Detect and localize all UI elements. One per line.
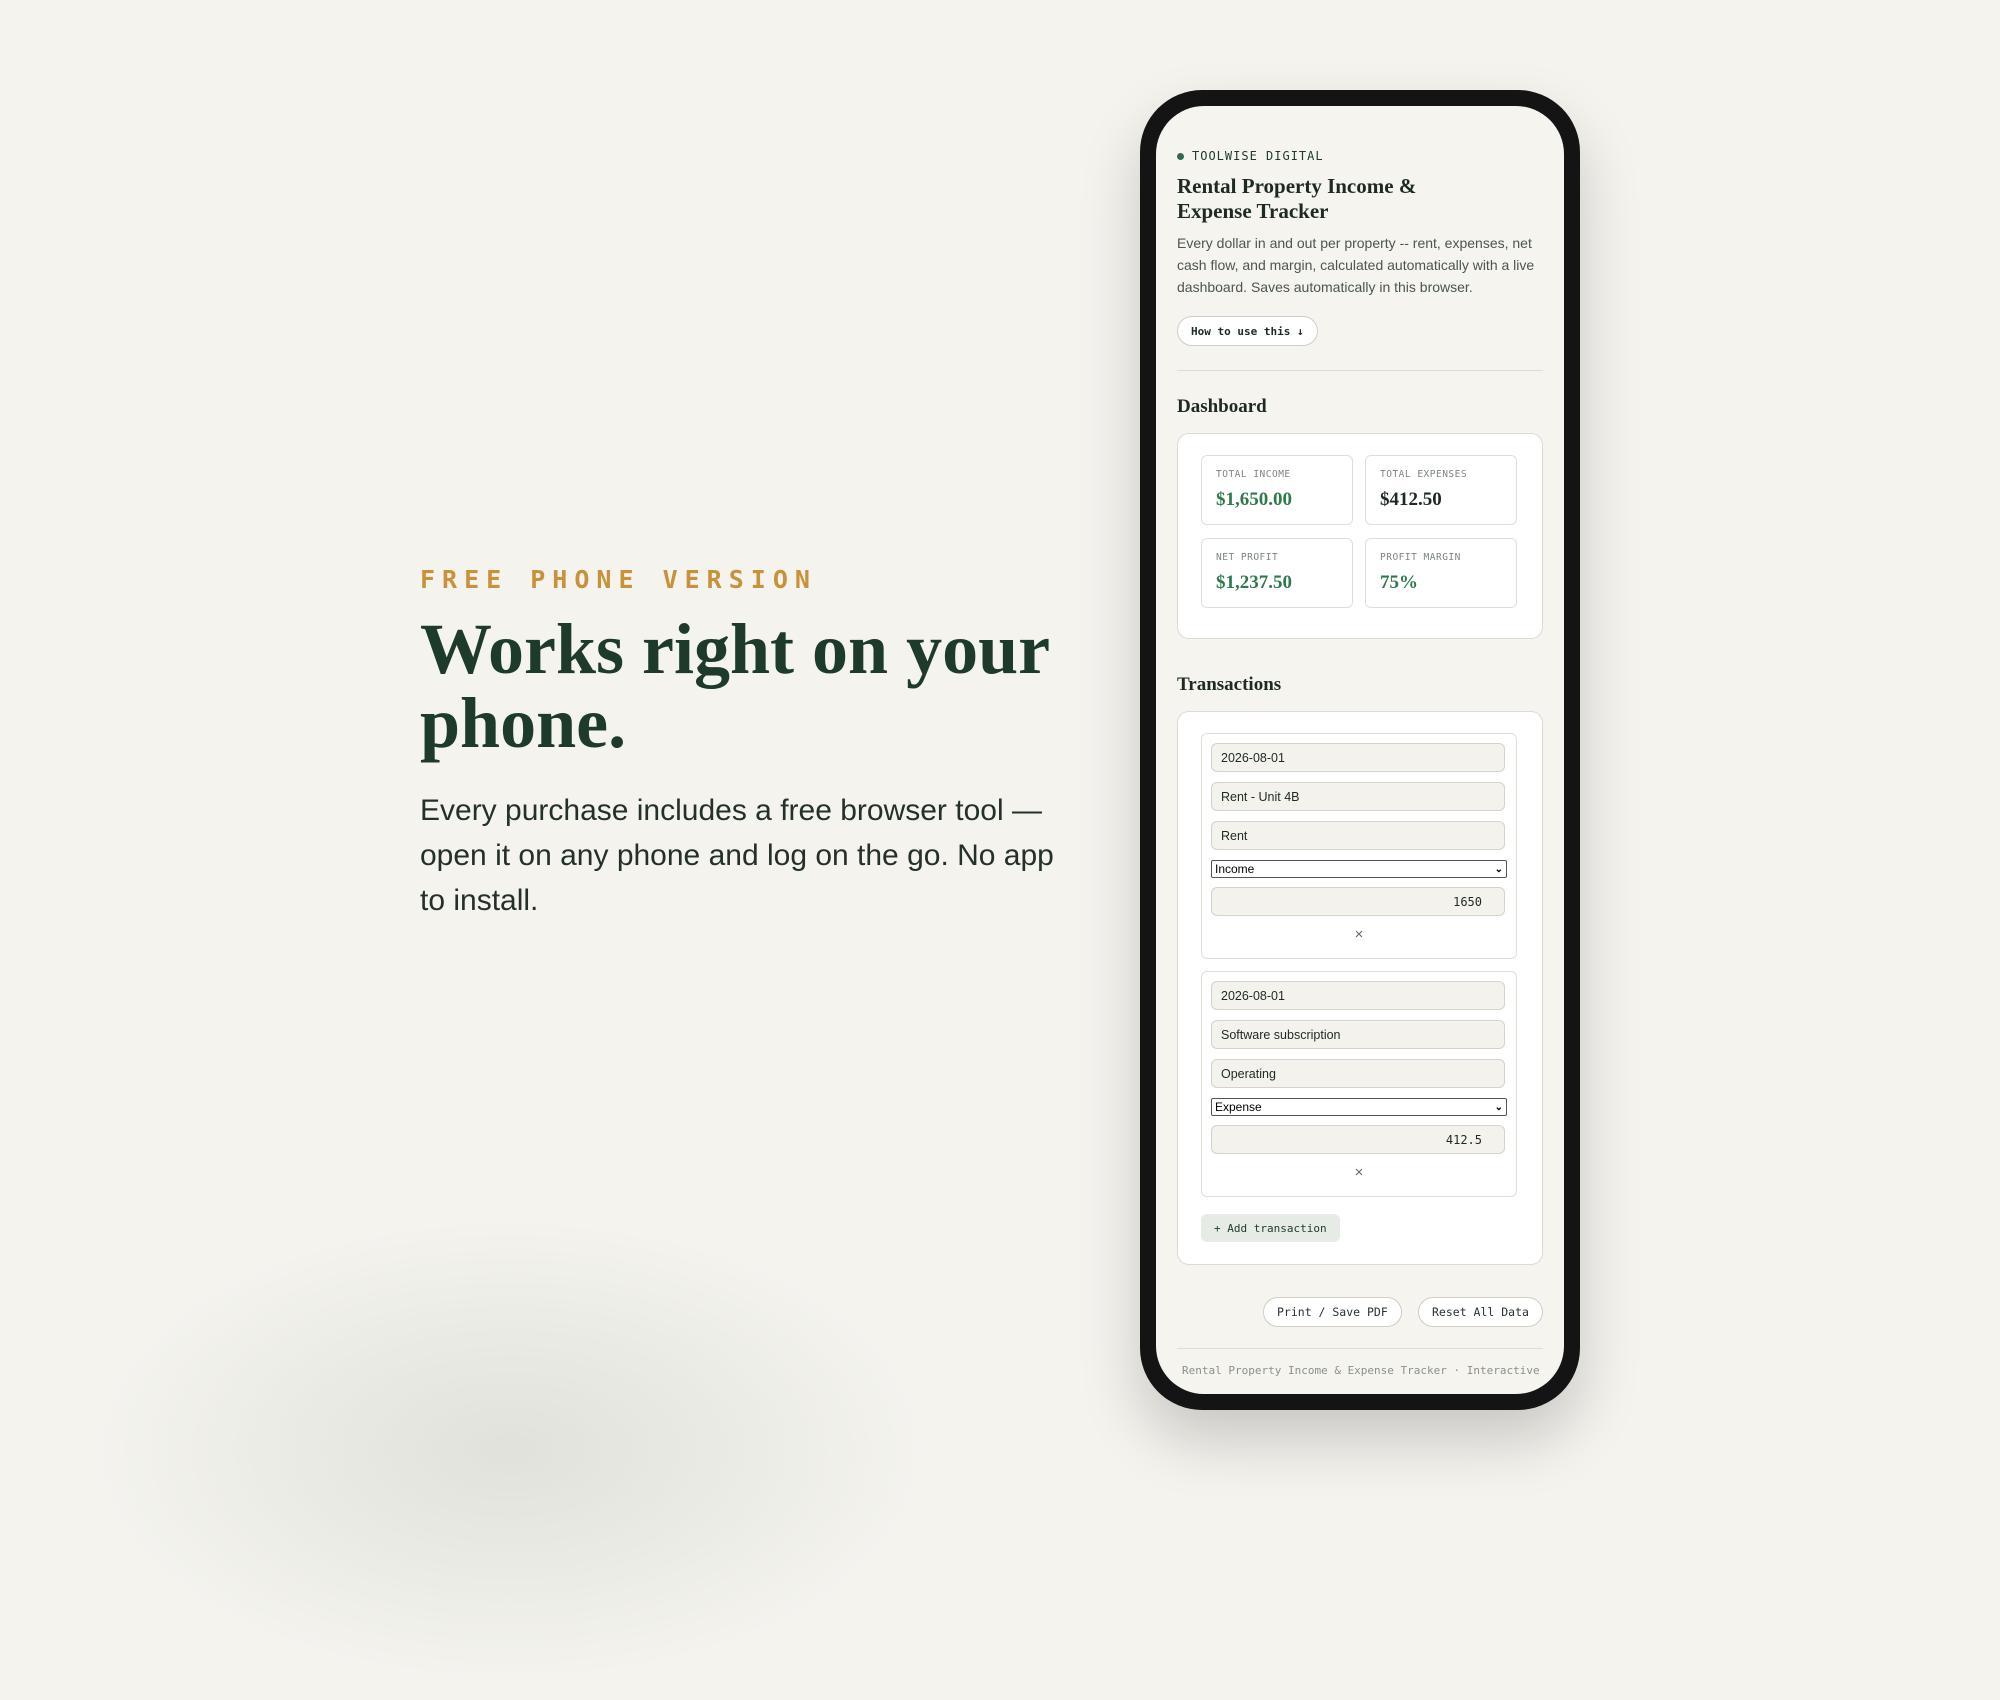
description-input[interactable]: Software subscription: [1211, 1020, 1505, 1049]
category-input[interactable]: Rent: [1211, 821, 1505, 850]
stat-profit-margin: PROFIT MARGIN 75%: [1365, 538, 1517, 608]
divider: [1177, 370, 1543, 371]
transaction-card: 2026-08-01 Software subscription Operati…: [1201, 971, 1517, 1197]
stat-value: $1,237.50: [1216, 572, 1292, 593]
stat-label: NET PROFIT: [1216, 552, 1279, 563]
app-description: Every dollar in and out per property -- …: [1177, 235, 1535, 295]
reset-all-data-button[interactable]: Reset All Data: [1418, 1297, 1543, 1327]
transactions-panel: 2026-08-01 Rent - Unit 4B Rent Income ⌄ …: [1177, 711, 1543, 1265]
stat-label: PROFIT MARGIN: [1380, 552, 1461, 563]
footer-text: Rental Property Income & Expense Tracker…: [1182, 1364, 1540, 1377]
stat-value: $1,650.00: [1216, 489, 1292, 510]
phone-screen[interactable]: TOOLWISE DIGITAL Rental Property Income …: [1156, 106, 1564, 1394]
stat-net-profit: NET PROFIT $1,237.50: [1201, 538, 1353, 608]
brand-name: TOOLWISE DIGITAL: [1192, 149, 1324, 163]
transaction-card: 2026-08-01 Rent - Unit 4B Rent Income ⌄ …: [1201, 733, 1517, 959]
amount-input[interactable]: 412.5: [1211, 1125, 1505, 1154]
amount-input[interactable]: 1650: [1211, 887, 1505, 916]
promo-section: FREE PHONE VERSION Works right on your p…: [420, 565, 1080, 923]
add-transaction-button[interactable]: + Add transaction: [1201, 1214, 1340, 1242]
type-select[interactable]: Expense ⌄: [1211, 1098, 1507, 1116]
stat-total-expenses: TOTAL EXPENSES $412.50: [1365, 455, 1517, 525]
promo-subcopy: Every purchase includes a free browser t…: [420, 794, 1054, 917]
stat-value: $412.50: [1380, 489, 1442, 510]
stat-total-income: TOTAL INCOME $1,650.00: [1201, 455, 1353, 525]
category-input[interactable]: Operating: [1211, 1059, 1505, 1088]
footer-divider: [1177, 1348, 1543, 1349]
date-input[interactable]: 2026-08-01: [1211, 743, 1505, 772]
chevron-down-icon: ⌄: [1494, 1101, 1503, 1113]
type-select[interactable]: Income ⌄: [1211, 860, 1507, 878]
phone-frame: TOOLWISE DIGITAL Rental Property Income …: [1140, 90, 1580, 1410]
type-select-value: Expense: [1215, 1100, 1262, 1114]
date-input[interactable]: 2026-08-01: [1211, 981, 1505, 1010]
promo-eyebrow: FREE PHONE VERSION: [420, 565, 817, 594]
dashboard-title: Dashboard: [1177, 396, 1267, 417]
stat-label: TOTAL EXPENSES: [1380, 469, 1468, 480]
type-select-value: Income: [1215, 862, 1255, 876]
transactions-title: Transactions: [1177, 674, 1282, 695]
app-title: Rental Property Income & Expense Tracker: [1177, 174, 1417, 223]
how-to-use-button[interactable]: How to use this ↓: [1177, 316, 1318, 346]
description-input[interactable]: Rent - Unit 4B: [1211, 782, 1505, 811]
background-glow: [60, 1200, 960, 1700]
remove-transaction-button[interactable]: ×: [1202, 926, 1516, 943]
chevron-down-icon: ⌄: [1494, 863, 1503, 875]
print-save-pdf-button[interactable]: Print / Save PDF: [1263, 1297, 1402, 1327]
promo-headline: Works right on your phone.: [420, 609, 1049, 763]
dashboard-panel: TOTAL INCOME $1,650.00 TOTAL EXPENSES $4…: [1177, 433, 1543, 639]
stat-label: TOTAL INCOME: [1216, 469, 1291, 480]
dot-icon: [1177, 152, 1184, 160]
remove-transaction-button[interactable]: ×: [1202, 1164, 1516, 1181]
stat-value: 75%: [1380, 572, 1418, 593]
brand: TOOLWISE DIGITAL: [1177, 149, 1324, 163]
